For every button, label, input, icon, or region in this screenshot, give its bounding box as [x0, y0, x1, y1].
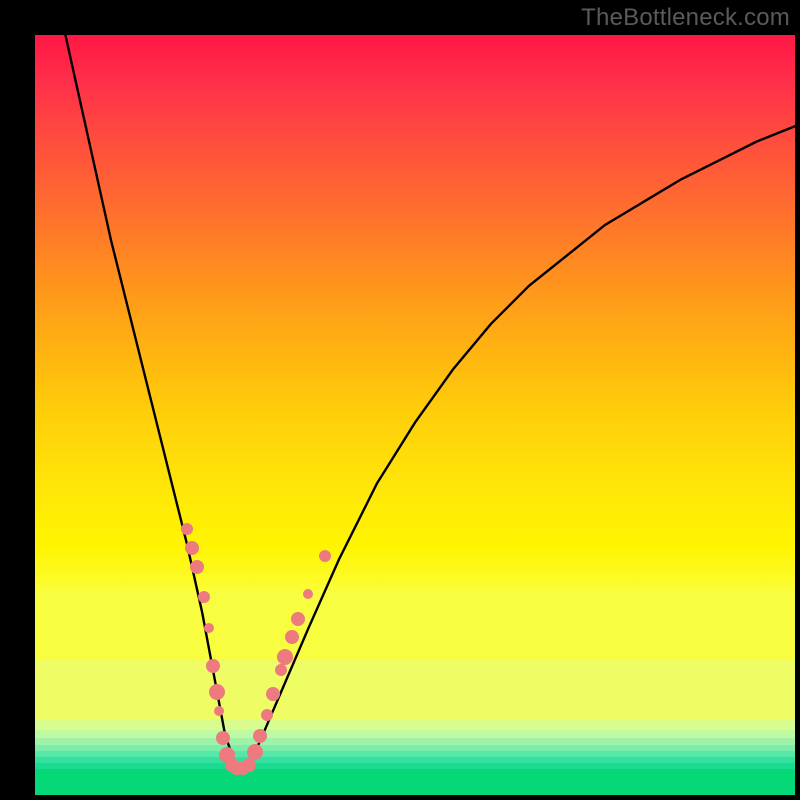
data-point	[216, 731, 230, 745]
data-point	[185, 541, 199, 555]
data-point	[266, 687, 280, 701]
data-point	[181, 523, 193, 535]
data-point	[190, 560, 204, 574]
data-point	[206, 659, 220, 673]
data-point	[303, 589, 313, 599]
data-point	[285, 630, 299, 644]
chart-frame: TheBottleneck.com	[0, 0, 800, 800]
curve-svg	[35, 35, 795, 795]
data-point	[277, 649, 293, 665]
bottleneck-curve	[65, 35, 795, 768]
data-point	[204, 623, 214, 633]
data-point	[261, 709, 273, 721]
data-point	[291, 612, 305, 626]
data-point	[209, 684, 225, 700]
data-point	[198, 591, 210, 603]
data-point	[214, 706, 224, 716]
data-point	[247, 744, 263, 760]
data-point	[275, 664, 287, 676]
data-point	[319, 550, 331, 562]
plot-area	[35, 35, 795, 795]
data-point	[253, 729, 267, 743]
watermark-text: TheBottleneck.com	[581, 4, 790, 32]
